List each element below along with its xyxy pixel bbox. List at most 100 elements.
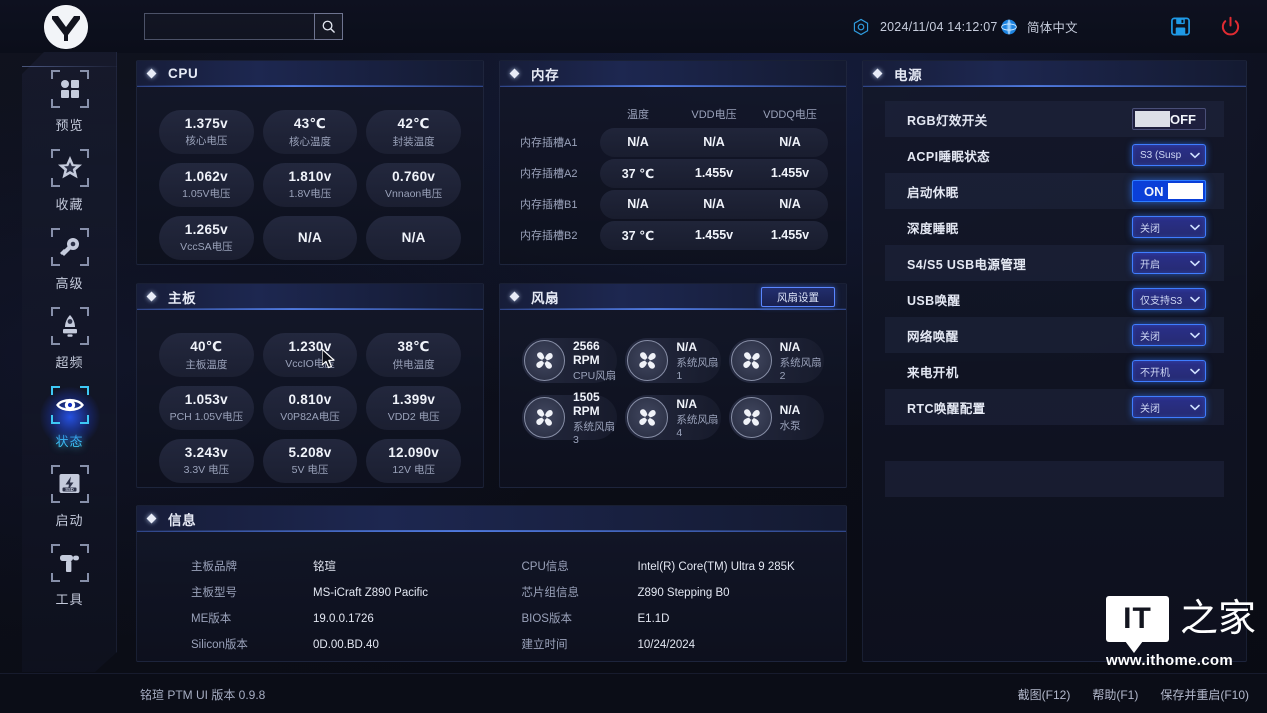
fan-settings-button[interactable]: 风扇设置 bbox=[761, 287, 835, 307]
fan-panel: 风扇 风扇设置 2566 RPM CPU风扇 N/A 系统风扇1 N/A 系统风… bbox=[499, 283, 847, 488]
power-off-icon[interactable] bbox=[1220, 16, 1241, 37]
readout-label: 封装温度 bbox=[392, 135, 435, 148]
dropdown-value: 关闭 bbox=[1140, 331, 1160, 343]
fan-rpm: N/A bbox=[676, 396, 697, 411]
info-value: 19.0.0.1726 bbox=[313, 613, 374, 625]
cpu-readout: 1.810v 1.8V电压 bbox=[262, 163, 358, 207]
motherboard-readout-grid: 40℃ 主板温度 1.230v VccIO电压 38℃ 供电温度 1.053v … bbox=[137, 310, 483, 506]
readout-label: 核心电压 bbox=[185, 135, 228, 147]
readout-label: 5V 电压 bbox=[291, 464, 329, 476]
readout-label: VccIO电压 bbox=[285, 358, 335, 370]
readout-label: VDD2 电压 bbox=[387, 411, 440, 423]
usb-wake-dropdown[interactable]: 仅支持S3 bbox=[1132, 288, 1206, 310]
info-panel-title: 信息 bbox=[168, 512, 197, 528]
power-row-deep-sleep: 深度睡眠 关闭 bbox=[885, 209, 1224, 245]
setting-label: 启动休眠 bbox=[907, 185, 959, 200]
globe-icon[interactable] bbox=[1000, 18, 1018, 36]
chevron-down-icon bbox=[1190, 254, 1200, 272]
save-button[interactable] bbox=[1170, 0, 1191, 53]
toggle-state-text: ON bbox=[1144, 183, 1164, 199]
fan-blade-icon bbox=[627, 397, 669, 438]
mb-readout: 40℃ 主板温度 bbox=[159, 333, 254, 377]
cpu-readout: N/A bbox=[366, 216, 461, 260]
setting-label: RTC唤醒配置 bbox=[907, 401, 986, 416]
info-key: 主板型号 bbox=[191, 587, 237, 599]
ac-power-on-dropdown[interactable]: 不开机 bbox=[1132, 360, 1206, 382]
fkey-help[interactable]: 帮助(F1) bbox=[1092, 686, 1138, 703]
readout-value: 0.810v bbox=[288, 392, 332, 407]
diamond-bullet-icon bbox=[146, 68, 157, 79]
cpu-readout: N/A bbox=[262, 216, 358, 260]
table-row: 内存插槽A2 37 ℃ 1.455v 1.455v bbox=[518, 158, 828, 188]
brand-logo bbox=[44, 5, 96, 49]
mb-readout: 0.810v V0P82A电压 bbox=[262, 386, 358, 430]
fan-blade-icon bbox=[730, 397, 772, 438]
boot-hibernate-toggle[interactable]: ON bbox=[1132, 180, 1206, 202]
readout-label: 主板温度 bbox=[185, 358, 228, 371]
info-value: Z890 Stepping B0 bbox=[637, 587, 730, 599]
search-bar[interactable] bbox=[144, 13, 343, 40]
fan-readout: N/A 水泵 bbox=[728, 395, 824, 440]
fkey-screenshot[interactable]: 截图(F12) bbox=[1018, 686, 1071, 703]
fan-label: 系统风扇3 bbox=[573, 420, 615, 446]
clock-hex-icon bbox=[852, 18, 870, 36]
fan-label: 水泵 bbox=[779, 419, 801, 432]
motherboard-panel: 主板 40℃ 主板温度 1.230v VccIO电压 38℃ 供电温度 1.05… bbox=[136, 283, 484, 488]
ithome-watermark: IT 之家 www.ithome.com bbox=[1106, 596, 1258, 669]
column-header: VDDQ电压 bbox=[763, 109, 817, 121]
power-settings-list: RGB灯效开关 OFF ACPI睡眠状态 S3 (Susp 启动休眠 ON 深度… bbox=[863, 87, 1246, 497]
chevron-down-icon bbox=[1190, 290, 1200, 308]
fan-rpm: 2566 RPM bbox=[573, 338, 600, 367]
chevron-down-icon bbox=[1190, 146, 1200, 164]
column-header: VDD电压 bbox=[691, 109, 737, 121]
readout-label: 核心温度 bbox=[288, 135, 331, 148]
rtc-wake-dropdown[interactable]: 关闭 bbox=[1132, 396, 1206, 418]
table-row: 内存插槽B2 37 ℃ 1.455v 1.455v bbox=[518, 220, 828, 250]
fan-blade-icon bbox=[524, 397, 565, 438]
fkey-save-reboot[interactable]: 保存并重启(F10) bbox=[1160, 686, 1249, 703]
info-value: 10/24/2024 bbox=[637, 639, 696, 651]
ui-version-text: 铭瑄 PTM UI 版本 0.9.8 bbox=[140, 688, 266, 702]
search-button[interactable] bbox=[314, 13, 343, 40]
readout-label: 1.8V电压 bbox=[288, 188, 332, 200]
power-button[interactable] bbox=[1220, 0, 1241, 53]
rgb-toggle[interactable]: OFF bbox=[1132, 108, 1206, 130]
language-selector[interactable]: 简体中文 bbox=[1000, 0, 1078, 53]
top-bar: 2024/11/04 14:12:07 简体中文 bbox=[0, 0, 1267, 53]
fan-rpm: N/A bbox=[676, 339, 697, 354]
cell-temp: 37 ℃ bbox=[621, 166, 655, 181]
mb-readout: 1.399v VDD2 电压 bbox=[366, 386, 461, 430]
language-text[interactable]: 简体中文 bbox=[1027, 17, 1078, 36]
magnifier-icon bbox=[322, 20, 335, 33]
readout-value: N/A bbox=[401, 229, 426, 245]
chevron-down-icon bbox=[1190, 218, 1200, 236]
table-row: 内存插槽A1 N/A N/A N/A bbox=[518, 127, 828, 157]
diamond-bullet-icon bbox=[146, 513, 157, 524]
deep-sleep-dropdown[interactable]: 关闭 bbox=[1132, 216, 1206, 238]
power-row-rtc-wake: RTC唤醒配置 关闭 bbox=[885, 389, 1224, 425]
memory-table: 温度 VDD电压 VDDQ电压 内存插槽A1 N/A N/A N/A 内存插槽A… bbox=[500, 87, 846, 250]
memory-panel-header: 内存 bbox=[500, 61, 846, 87]
datetime-display: 2024/11/04 14:12:07 bbox=[852, 0, 998, 53]
wake-on-lan-dropdown[interactable]: 关闭 bbox=[1132, 324, 1206, 346]
watermark-cn-text: 之家 bbox=[1180, 596, 1257, 640]
toggle-state-text: OFF bbox=[1170, 111, 1196, 127]
toggle-knob bbox=[1135, 111, 1170, 127]
cpu-panel-header: CPU bbox=[137, 61, 483, 87]
cell-vdd: N/A bbox=[703, 135, 725, 149]
power-row-ac-power-on: 来电开机 不开机 bbox=[885, 353, 1224, 389]
s4s5-usb-dropdown[interactable]: 开启 bbox=[1132, 252, 1206, 274]
info-panel: 信息 主板品牌 铭瑄 CPU信息 Intel(R) Core(TM) Ultra… bbox=[136, 505, 847, 662]
readout-value: 5.208v bbox=[288, 445, 332, 460]
watermark-badge-text: IT bbox=[1123, 602, 1152, 635]
cell-vdd: 1.455v bbox=[694, 166, 734, 180]
mb-readout: 38℃ 供电温度 bbox=[366, 333, 461, 377]
power-row-wake-on-lan: 网络唤醒 关闭 bbox=[885, 317, 1224, 353]
cell-temp: N/A bbox=[627, 197, 649, 211]
mb-readout: 1.053v PCH 1.05V电压 bbox=[159, 386, 254, 430]
search-input[interactable] bbox=[144, 13, 314, 40]
power-panel: 电源 RGB灯效开关 OFF ACPI睡眠状态 S3 (Susp 启动休眠 ON… bbox=[862, 60, 1247, 662]
floppy-save-icon[interactable] bbox=[1170, 16, 1191, 37]
acpi-sleep-dropdown[interactable]: S3 (Susp bbox=[1132, 144, 1206, 166]
readout-value: 1.230v bbox=[288, 339, 332, 354]
